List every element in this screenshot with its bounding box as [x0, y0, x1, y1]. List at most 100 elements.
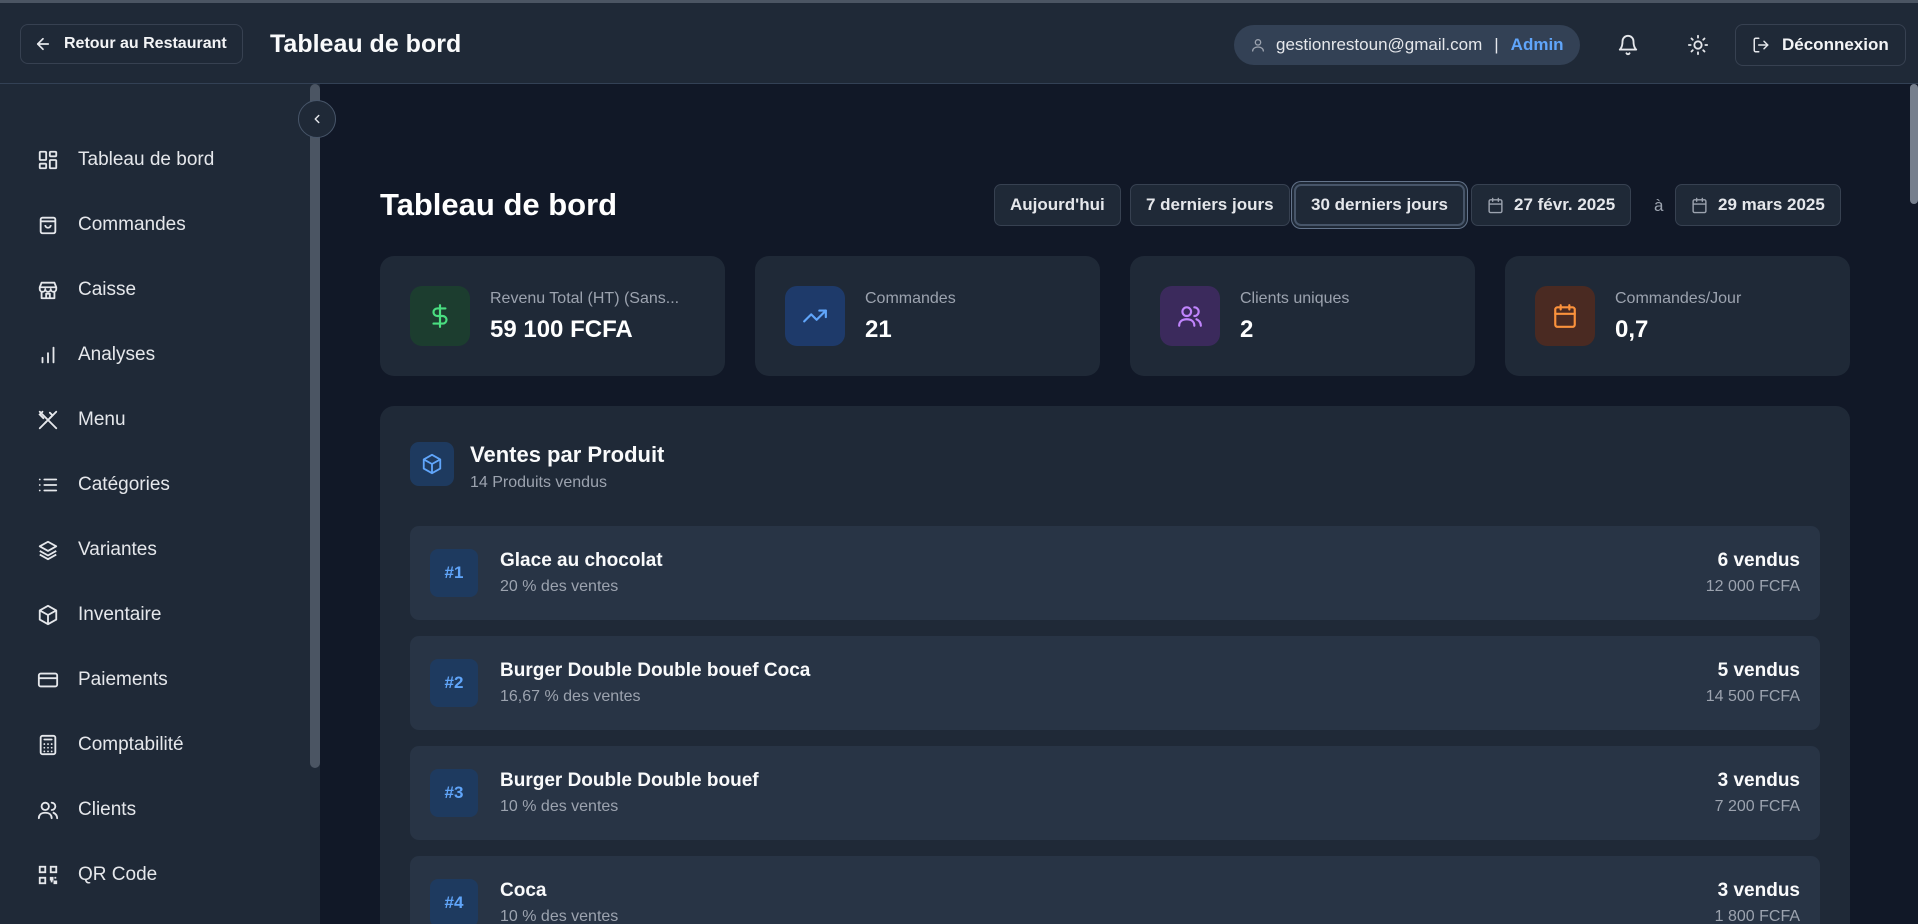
list-icon [36, 473, 60, 497]
sidebar-item-clients[interactable]: Clients [36, 790, 296, 830]
panel-subtitle: 14 Produits vendus [470, 474, 607, 491]
user-email: gestionrestoun@gmail.com [1276, 35, 1483, 54]
stat-value: 59 100 FCFA [490, 316, 633, 343]
stat-label: Clients uniques [1240, 290, 1350, 307]
sidebar-item-label: Commandes [78, 214, 186, 235]
product-quantity: 5 vendus [1717, 660, 1800, 681]
panel-title: Ventes par Produit [470, 442, 665, 467]
product-rank: #3 [430, 769, 478, 817]
sales-by-product-panel: Ventes par Produit 14 Produits vendus #1… [380, 406, 1850, 924]
sidebar-item-label: Variantes [78, 539, 157, 560]
range-7-days-button[interactable]: 7 derniers jours [1130, 184, 1290, 226]
logout-label: Déconnexion [1782, 35, 1889, 54]
sidebar-item-label: Tableau de bord [78, 149, 215, 170]
stat-label: Commandes/Jour [1615, 290, 1742, 307]
product-rank: #1 [430, 549, 478, 597]
sidebar-item-qr-code[interactable]: QR Code [36, 855, 296, 895]
product-amount: 14 500 FCFA [1705, 688, 1800, 705]
product-rank: #4 [430, 879, 478, 924]
product-quantity: 6 vendus [1717, 550, 1800, 571]
dollar-sign-icon [410, 286, 470, 346]
sidebar-item-dashboard[interactable]: Tableau de bord [36, 140, 296, 180]
date-to-button[interactable]: 29 mars 2025 [1675, 184, 1841, 226]
calendar-icon [1691, 197, 1708, 214]
calendar-icon [1535, 286, 1595, 346]
theme-toggle-button[interactable] [1682, 29, 1714, 61]
date-separator: à [1654, 196, 1664, 215]
layers-icon [36, 538, 60, 562]
sidebar-item-menu[interactable]: Menu [36, 400, 296, 440]
stat-value: 21 [865, 316, 892, 343]
product-amount: 1 800 FCFA [1714, 908, 1800, 924]
sidebar-item-label: Catégories [78, 474, 170, 495]
users-icon [1160, 286, 1220, 346]
product-quantity: 3 vendus [1717, 770, 1800, 791]
credit-card-icon [36, 668, 60, 692]
calendar-icon [1487, 197, 1504, 214]
product-rank: #2 [430, 659, 478, 707]
product-share: 10 % des ventes [500, 798, 619, 815]
product-name: Burger Double Double bouef Coca [500, 660, 811, 681]
sidebar-item-label: Clients [78, 799, 137, 820]
product-name: Burger Double Double bouef [500, 770, 759, 791]
sun-icon [1687, 34, 1709, 56]
product-row[interactable]: #3 Burger Double Double bouef 10 % des v… [410, 746, 1820, 840]
sidebar-item-payments[interactable]: Paiements [36, 660, 296, 700]
sidebar-item-label: Menu [78, 409, 126, 430]
notifications-button[interactable] [1612, 29, 1644, 61]
range-label: 7 derniers jours [1146, 195, 1274, 214]
product-row[interactable]: #1 Glace au chocolat 20 % des ventes 6 v… [410, 526, 1820, 620]
product-row[interactable]: #2 Burger Double Double bouef Coca 16,67… [410, 636, 1820, 730]
log-out-icon [1752, 36, 1770, 54]
layout-dashboard-icon [36, 148, 60, 172]
sidebar-item-analytics[interactable]: Analyses [36, 335, 296, 375]
qr-code-icon [36, 863, 60, 887]
stat-card-unique-clients: Clients uniques 2 [1130, 256, 1475, 376]
header-title: Tableau de bord [270, 30, 462, 58]
stat-label: Revenu Total (HT) (Sans... [490, 290, 680, 307]
bar-chart-icon [36, 343, 60, 367]
sidebar-scrollbar[interactable] [310, 84, 320, 768]
stat-card-revenue: Revenu Total (HT) (Sans... 59 100 FCFA [380, 256, 725, 376]
date-from-label: 27 févr. 2025 [1514, 195, 1616, 214]
bell-icon [1617, 34, 1639, 56]
sidebar-item-orders[interactable]: Commandes [36, 205, 296, 245]
user-info: gestionrestoun@gmail.com | Admin [1234, 25, 1580, 65]
stat-value: 2 [1240, 316, 1254, 343]
sidebar-item-label: Caisse [78, 279, 137, 300]
stat-card-orders-per-day: Commandes/Jour 0,7 [1505, 256, 1850, 376]
sidebar-item-label: Analyses [78, 344, 156, 365]
range-today-button[interactable]: Aujourd'hui [994, 184, 1121, 226]
sidebar-item-cash-register[interactable]: Caisse [36, 270, 296, 310]
page-title: Tableau de bord [380, 187, 618, 222]
sidebar-item-variants[interactable]: Variantes [36, 530, 296, 570]
page-scrollbar[interactable] [1910, 84, 1918, 204]
user-icon [1250, 37, 1266, 53]
sidebar-item-label: Comptabilité [78, 734, 184, 755]
logout-button[interactable]: Déconnexion [1735, 24, 1906, 66]
sidebar-item-accounting[interactable]: Comptabilité [36, 725, 296, 765]
sidebar-item-categories[interactable]: Catégories [36, 465, 296, 505]
utensils-crossed-icon [36, 408, 60, 432]
stat-card-orders: Commandes 21 [755, 256, 1100, 376]
sidebar: Tableau de bord Commandes Caisse Analyse… [0, 84, 320, 924]
calculator-icon [36, 733, 60, 757]
back-to-restaurant-button[interactable]: Retour au Restaurant [20, 24, 243, 64]
product-row[interactable]: #4 Coca 10 % des ventes 3 vendus 1 800 F… [410, 856, 1820, 924]
package-icon [410, 442, 454, 486]
range-label: 30 derniers jours [1311, 195, 1449, 214]
sidebar-item-inventory[interactable]: Inventaire [36, 595, 296, 635]
chevron-left-icon [310, 112, 324, 126]
product-amount: 7 200 FCFA [1714, 798, 1800, 815]
sidebar-item-label: Inventaire [78, 604, 162, 625]
date-from-button[interactable]: 27 févr. 2025 [1471, 184, 1632, 226]
product-share: 16,67 % des ventes [500, 688, 641, 705]
store-icon [36, 278, 60, 302]
range-30-days-button[interactable]: 30 derniers jours [1294, 184, 1466, 226]
sidebar-collapse-button[interactable] [298, 100, 336, 138]
date-to-label: 29 mars 2025 [1718, 195, 1825, 214]
trending-up-icon [785, 286, 845, 346]
product-name: Coca [500, 880, 547, 901]
sidebar-item-label: QR Code [78, 864, 158, 885]
shopping-bag-icon [36, 213, 60, 237]
